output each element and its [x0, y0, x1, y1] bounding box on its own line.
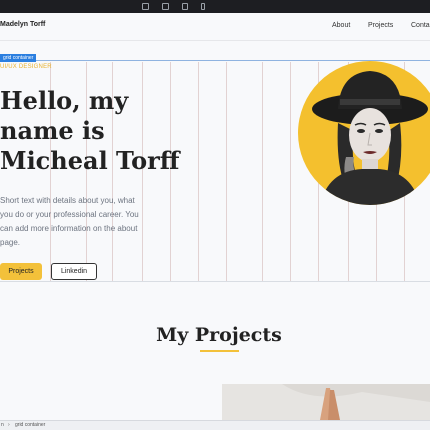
headline-line-2: name is	[0, 116, 105, 145]
laptop-icon[interactable]	[161, 3, 169, 10]
breadcrumb-separator-icon: ›	[8, 422, 10, 428]
bio-line-4: page.	[0, 238, 21, 247]
headline-line-3: Micheal Torff	[0, 146, 180, 175]
breadcrumb-root[interactable]: n	[1, 422, 4, 429]
site-nav: Madelyn Torff About Projects Conta	[0, 13, 430, 40]
portrait-image	[298, 61, 430, 205]
breadcrumb-current[interactable]: grid container	[15, 422, 45, 429]
editor-toolbar	[0, 0, 430, 13]
grid-container-badge[interactable]: grid container	[0, 54, 37, 62]
portrait-illustration	[312, 71, 428, 205]
editor-status-bar: n › grid container	[0, 420, 430, 430]
role-label: UI/UX DESIGNER	[0, 64, 52, 70]
brand-name[interactable]: Madelyn Torff	[0, 21, 45, 28]
bio-line-3: can add more information on the about	[0, 224, 138, 233]
device-switcher	[135, 0, 211, 13]
project-thumbnail	[222, 384, 430, 420]
nav-divider	[0, 40, 430, 41]
nav-link-about[interactable]: About	[332, 22, 350, 29]
projects-heading-underline	[200, 350, 239, 352]
headline-line-1: Hello, my	[0, 86, 129, 115]
hero-bio: Short text with details about you, what …	[0, 194, 172, 250]
project-card-image[interactable]	[222, 384, 430, 420]
nav-link-contact[interactable]: Conta	[411, 22, 430, 29]
linkedin-button[interactable]: Linkedin	[51, 263, 97, 280]
projects-heading: My Projects	[156, 324, 282, 346]
projects-button[interactable]: Projects	[0, 263, 42, 280]
bio-line-2: you do or your professional career. You	[0, 210, 139, 219]
phone-icon[interactable]	[200, 3, 205, 10]
bio-line-1: Short text with details about you, what	[0, 196, 135, 205]
nav-link-projects[interactable]: Projects	[368, 22, 393, 29]
tablet-icon[interactable]	[181, 3, 188, 10]
hero-headline: Hello, my name is Micheal Torff	[0, 86, 180, 176]
desktop-icon[interactable]	[141, 3, 149, 10]
